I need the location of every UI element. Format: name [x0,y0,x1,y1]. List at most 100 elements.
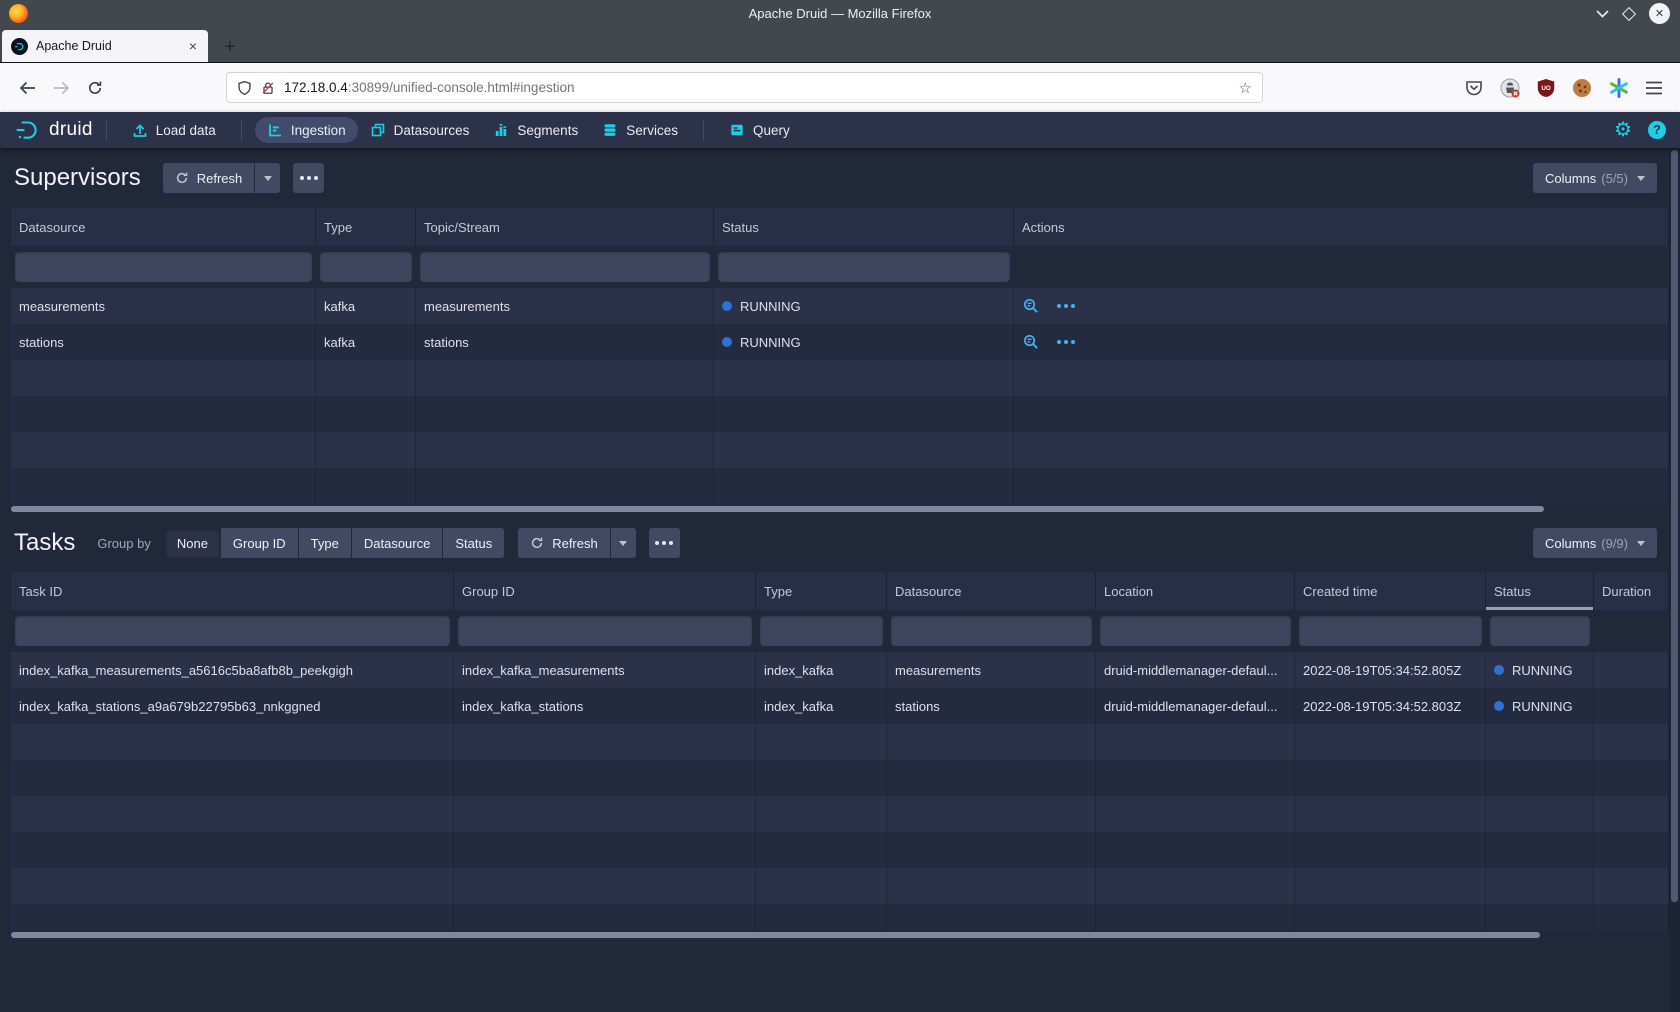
ublock-origin-icon[interactable]: UO [1536,78,1556,98]
supervisor-row[interactable]: measurements kafka measurements RUNNING [11,288,1669,324]
group-by-status-button[interactable]: Status [443,528,504,558]
column-header-type[interactable]: Type [756,572,887,610]
inspect-magnifier-icon[interactable] [1022,297,1040,315]
group-by-label: Group by [97,536,150,551]
filter-group-id-input[interactable] [458,616,752,646]
columns-count: (9/9) [1601,536,1628,551]
bookmark-star-icon[interactable]: ☆ [1239,79,1252,97]
group-by-group-id-button[interactable]: Group ID [221,528,298,558]
vertical-scrollbar[interactable] [1669,148,1680,1012]
filter-type-input[interactable] [320,252,412,282]
refresh-label: Refresh [197,171,243,186]
column-header-duration[interactable]: Duration [1594,572,1669,610]
nav-services[interactable]: Services [590,117,690,143]
scrollbar-thumb[interactable] [11,932,1540,938]
supervisors-more-button[interactable] [293,163,324,193]
column-header-topic-stream[interactable]: Topic/Stream [416,208,714,246]
nav-query[interactable]: Query [717,117,802,143]
filter-datasource-input[interactable] [15,252,312,282]
filter-datasource-input[interactable] [891,616,1092,646]
extension-icon[interactable] [1499,77,1521,99]
column-header-status-sorted[interactable]: Status [1486,572,1594,610]
chevron-down-icon [264,176,272,181]
scrollbar-thumb[interactable] [1671,150,1678,902]
column-header-datasource[interactable]: Datasource [887,572,1096,610]
tasks-refresh-menu-button[interactable] [611,528,636,558]
tasks-refresh-button[interactable]: Refresh [518,528,610,558]
nav-ingestion[interactable]: Ingestion [255,117,358,143]
tasks-columns-button[interactable]: Columns (9/9) [1533,528,1657,558]
row-more-actions-icon[interactable] [1057,340,1075,344]
column-header-actions[interactable]: Actions [1014,208,1669,246]
cell-location: druid-middlemanager-defaul... [1096,652,1295,688]
inspect-magnifier-icon[interactable] [1022,333,1040,351]
filter-status-input[interactable] [1490,616,1590,646]
new-tab-button[interactable]: + [224,37,236,57]
filter-type-input[interactable] [760,616,883,646]
brand-name: druid [49,119,93,141]
tab-close-button[interactable]: × [187,38,199,54]
reload-button[interactable] [80,73,110,103]
menu-hamburger-icon[interactable] [1645,80,1663,96]
cell-status: RUNNING [1486,652,1594,688]
supervisors-refresh-button[interactable]: Refresh [163,163,255,193]
nav-segments[interactable]: Segments [481,117,590,143]
tasks-more-button[interactable] [649,528,680,558]
group-by-type-button[interactable]: Type [299,528,351,558]
column-header-created-time[interactable]: Created time [1295,572,1486,610]
cell-datasource: measurements [887,652,1096,688]
tasks-table-body: index_kafka_measurements_a5616c5ba8afb8b… [11,652,1669,930]
nav-label: Datasources [394,123,470,138]
insecure-lock-icon[interactable] [261,80,275,96]
task-row[interactable]: index_kafka_stations_a9a679b22795b63_nnk… [11,688,1669,724]
group-by-none-button[interactable]: None [165,528,220,558]
extension-asterisk-icon[interactable] [1608,77,1630,99]
filter-created-time-input[interactable] [1299,616,1482,646]
filter-location-input[interactable] [1100,616,1291,646]
druid-logo[interactable]: druid [14,116,93,144]
settings-gear-icon[interactable]: ⚙ [1614,120,1632,140]
nav-datasources[interactable]: Datasources [358,117,482,143]
forward-button[interactable] [46,73,76,103]
back-button[interactable] [12,73,42,103]
cell-duration [1594,688,1669,724]
cookie-icon[interactable] [1571,77,1593,99]
tasks-horizontal-scrollbar[interactable] [11,930,1669,940]
task-row[interactable]: index_kafka_measurements_a5616c5ba8afb8b… [11,652,1669,688]
help-icon[interactable]: ? [1648,121,1666,139]
url-bar[interactable]: 172.18.0.4:30899/unified-console.html#in… [226,72,1263,103]
browser-tab[interactable]: Apache Druid × [2,30,208,62]
status-text: RUNNING [1512,699,1573,714]
nav-load-data[interactable]: Load data [120,117,228,143]
status-dot-icon [722,337,732,347]
datasources-icon [370,122,386,138]
tab-title: Apache Druid [36,39,179,53]
pocket-icon[interactable] [1464,78,1484,98]
cell-type: index_kafka [756,652,887,688]
column-header-location[interactable]: Location [1096,572,1295,610]
column-header-group-id[interactable]: Group ID [454,572,756,610]
cell-status: RUNNING [714,324,1014,360]
filter-status-input[interactable] [718,252,1010,282]
tracking-shield-icon[interactable] [237,80,252,96]
column-header-type[interactable]: Type [316,208,416,246]
scrollbar-thumb[interactable] [11,506,1544,512]
column-header-status[interactable]: Status [714,208,1014,246]
group-by-datasource-button[interactable]: Datasource [352,528,442,558]
filter-task-id-input[interactable] [15,616,450,646]
tasks-table-header: Task ID Group ID Type Datasource Locatio… [11,572,1669,610]
cell-task-id: index_kafka_stations_a9a679b22795b63_nnk… [11,688,454,724]
window-minimize-button[interactable] [1596,10,1609,18]
window-close-button[interactable]: ✕ [1649,3,1670,24]
column-header-task-id[interactable]: Task ID [11,572,454,610]
window-maximize-button[interactable] [1622,6,1636,20]
empty-row [11,724,1669,760]
supervisors-refresh-menu-button[interactable] [255,163,280,193]
row-more-actions-icon[interactable] [1057,304,1075,308]
cell-type: kafka [316,324,416,360]
column-header-datasource[interactable]: Datasource [11,208,316,246]
supervisors-columns-button[interactable]: Columns (5/5) [1533,163,1657,193]
supervisors-horizontal-scrollbar[interactable] [11,504,1669,514]
filter-topic-stream-input[interactable] [420,252,710,282]
supervisor-row[interactable]: stations kafka stations RUNNING [11,324,1669,360]
